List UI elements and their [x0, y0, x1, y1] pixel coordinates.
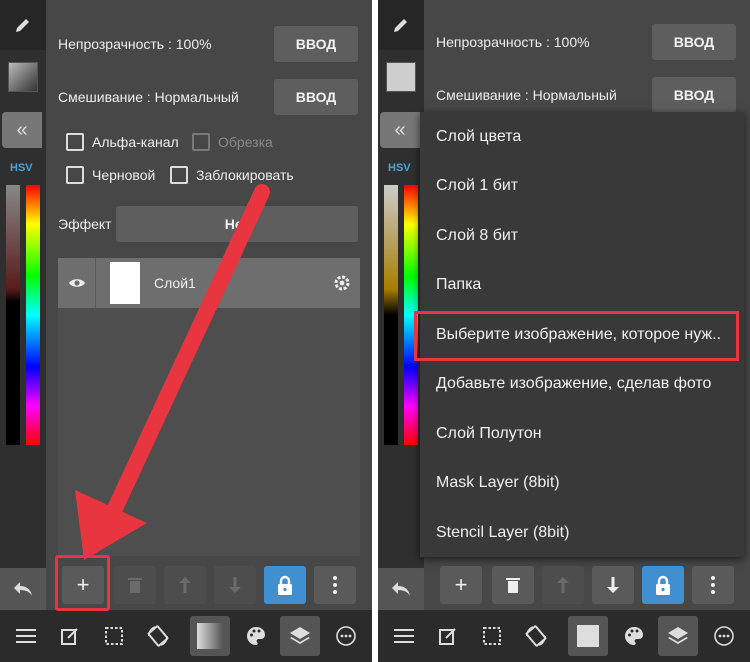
menu-item-folder[interactable]: Папка	[420, 261, 744, 311]
tool-strip: « HSV	[378, 0, 424, 610]
undo-icon	[392, 582, 410, 596]
bottom-bar	[378, 610, 750, 662]
more-options-button[interactable]	[692, 566, 734, 604]
rotate-icon	[525, 625, 547, 647]
layer-toolbar: +	[424, 564, 750, 608]
opacity-label: Непрозрачность : 100%	[436, 34, 590, 50]
edit-button[interactable]	[428, 616, 468, 656]
plus-icon: +	[454, 572, 468, 597]
dots-circle-icon	[714, 626, 734, 646]
left-screen: « HSV Непрозрачность : 100% ВВОД Смешива…	[0, 0, 372, 662]
edit-icon	[439, 628, 456, 645]
delete-layer-button[interactable]	[492, 566, 534, 604]
menu-item-mask-layer[interactable]: Mask Layer (8bit)	[420, 459, 744, 509]
add-layer-button[interactable]: +	[440, 566, 482, 604]
menu-item-stencil-layer[interactable]: Stencil Layer (8bit)	[420, 508, 744, 558]
opacity-enter-button[interactable]: ВВОД	[652, 24, 736, 60]
trash-icon	[506, 578, 520, 593]
menu-button[interactable]	[384, 616, 424, 656]
palette-icon	[625, 627, 643, 645]
blend-enter-button[interactable]: ВВОД	[652, 77, 736, 113]
selection-button[interactable]	[472, 616, 512, 656]
pencil-icon	[394, 19, 407, 32]
value-slider[interactable]	[384, 185, 398, 445]
layers-button[interactable]	[658, 616, 698, 656]
undo-button[interactable]	[378, 568, 424, 610]
move-up-button[interactable]	[542, 566, 584, 604]
color-swatch[interactable]	[386, 62, 416, 92]
pen-tool-button[interactable]	[378, 0, 424, 50]
selection-icon	[483, 627, 501, 645]
color-swatch-button[interactable]	[568, 616, 608, 656]
collapse-chevron-icon[interactable]: «	[380, 112, 420, 148]
menu-item-halftone-layer[interactable]: Слой Полутон	[420, 409, 744, 459]
menu-item-color-layer[interactable]: Слой цвета	[420, 112, 744, 162]
solid-swatch-icon	[577, 625, 599, 647]
opacity-row: Непрозрачность : 100% ВВОД	[436, 24, 736, 60]
right-screen: « HSV Непрозрачность : 100% ВВОД Смешива…	[378, 0, 750, 662]
more-vertical-icon	[711, 576, 715, 594]
menu-item-add-photo[interactable]: Добавьте изображение, сделав фото	[420, 360, 744, 410]
move-down-button[interactable]	[592, 566, 634, 604]
lock-icon	[656, 575, 670, 595]
blend-row: Смешивание : Нормальный ВВОД	[436, 77, 736, 113]
hsv-label[interactable]: HSV	[388, 162, 411, 174]
menu-item-1bit-layer[interactable]: Слой 1 бит	[420, 162, 744, 212]
rotate-button[interactable]	[516, 616, 556, 656]
menu-item-8bit-layer[interactable]: Слой 8 бит	[420, 211, 744, 261]
menu-icon	[394, 629, 414, 643]
blend-label: Смешивание : Нормальный	[436, 87, 617, 103]
menu-item-highlight	[414, 311, 739, 361]
pointer-arrow	[75, 184, 270, 560]
layers-icon	[668, 627, 688, 644]
palette-button[interactable]	[614, 616, 654, 656]
arrow-down-icon	[607, 577, 619, 593]
lock-layer-button[interactable]	[642, 566, 684, 604]
more-tools-button[interactable]	[704, 616, 744, 656]
arrow-up-icon	[557, 577, 569, 593]
